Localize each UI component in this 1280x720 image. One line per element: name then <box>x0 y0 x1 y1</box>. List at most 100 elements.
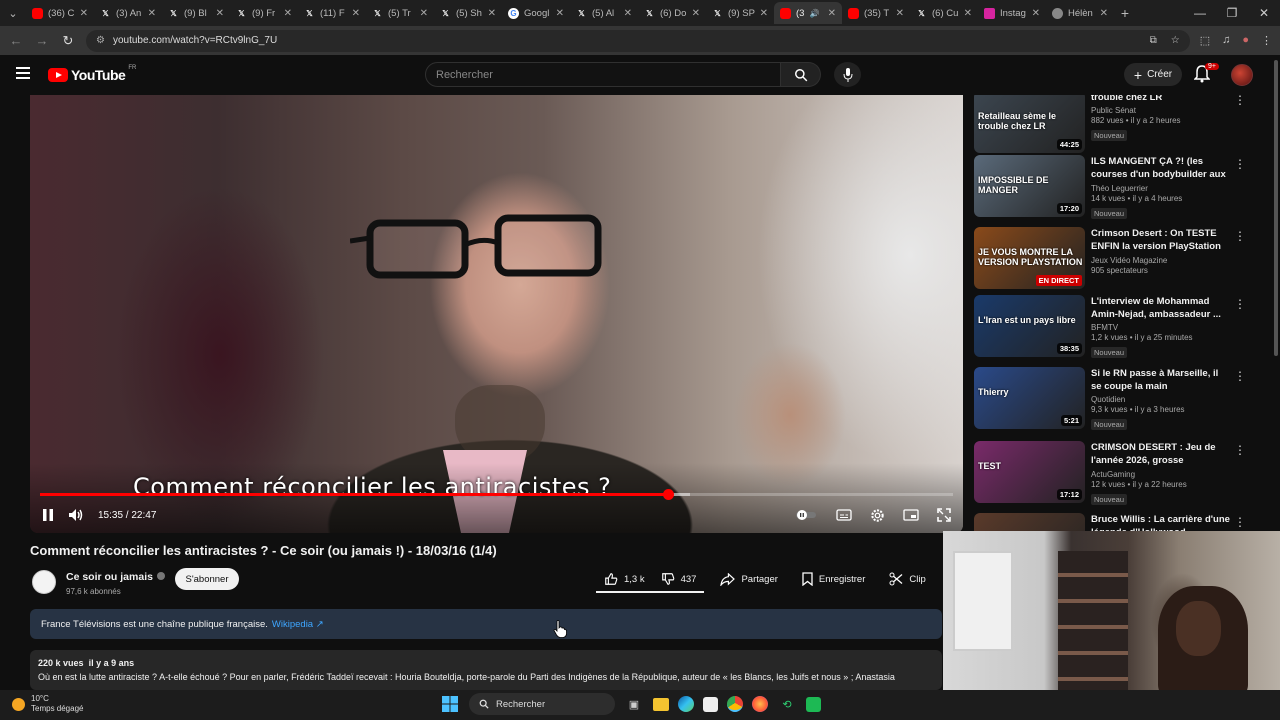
like-button[interactable]: 1,3 k <box>596 567 653 591</box>
youtube-logo[interactable]: YouTube FR <box>48 65 136 83</box>
minimize-button[interactable]: — <box>1184 6 1216 20</box>
video-thumbnail[interactable] <box>974 513 1085 531</box>
browser-tab[interactable]: 𝕏 (9) SP ✕ <box>706 2 774 24</box>
recommendation-item[interactable]: IMPOSSIBLE DE MANGER 17:20 ILS MANGENT ÇA … <box>972 155 1252 221</box>
recommendation-item[interactable]: TEST 17:12 CRIMSON DESERT : Jeu de l'année… <box>972 441 1252 507</box>
close-tab-icon[interactable]: ✕ <box>624 8 632 19</box>
menu-icon[interactable] <box>16 67 30 79</box>
recommendation-channel[interactable]: Théo Leguerrier <box>1091 184 1231 193</box>
save-button[interactable]: Enregistrer <box>794 567 873 591</box>
recommendation-item[interactable]: Bruce Willis : La carrière d'une légende… <box>972 513 1252 531</box>
channel-name[interactable]: Ce soir ou jamais <box>66 571 153 583</box>
recommendation-title[interactable]: ILS MANGENT ÇA ?! (les courses d'un body… <box>1091 155 1231 182</box>
video-thumbnail[interactable]: IMPOSSIBLE DE MANGER 17:20 <box>974 155 1085 217</box>
browser-tab[interactable]: Instag ✕ <box>978 2 1046 24</box>
fullscreen-button[interactable] <box>937 508 951 522</box>
browser-tab[interactable]: 𝕏 (6) Cu ✕ <box>910 2 978 24</box>
bookmark-star-icon[interactable]: ☆ <box>1171 35 1180 46</box>
close-tab-icon[interactable]: ✕ <box>80 8 88 19</box>
create-button[interactable]: + Créer <box>1124 63 1182 86</box>
store-icon[interactable] <box>703 696 718 712</box>
more-options-icon[interactable]: ⋮ <box>1234 95 1246 107</box>
progress-bar[interactable] <box>40 489 953 500</box>
miniplayer-button[interactable] <box>903 509 919 521</box>
install-app-icon[interactable]: ⧉ <box>1150 35 1157 46</box>
clip-button[interactable]: Clip <box>881 567 933 591</box>
close-tab-icon[interactable]: ✕ <box>760 8 768 19</box>
recommendation-channel[interactable]: BFMTV <box>1091 323 1231 332</box>
recommendation-title[interactable]: Crimson Desert : On TESTE ENFIN la versi… <box>1091 227 1231 254</box>
settings-button[interactable] <box>870 508 885 523</box>
site-info-icon[interactable]: ⚙ <box>96 35 105 46</box>
recommendation-channel[interactable]: Public Sénat <box>1091 106 1231 115</box>
recommendation-item[interactable]: JE VOUS MONTRE LA VERSION PLAYSTATION EN … <box>972 227 1252 293</box>
description-box[interactable]: 220 k vues il y a 9 ans Où en est la lut… <box>30 650 942 690</box>
recommendation-item[interactable]: L'Iran est un pays libre 38:35 L'interview… <box>972 295 1252 361</box>
browser-tab[interactable]: 𝕏 (6) Do ✕ <box>638 2 706 24</box>
new-tab-button[interactable]: + <box>1114 5 1136 21</box>
chrome-icon[interactable] <box>727 696 743 712</box>
more-options-icon[interactable]: ⋮ <box>1234 369 1246 383</box>
close-tab-icon[interactable]: ✕ <box>488 8 496 19</box>
pause-button[interactable] <box>42 508 54 522</box>
firefox-icon[interactable] <box>752 696 768 712</box>
browser-tab[interactable]: 𝕏 (3) An ✕ <box>94 2 162 24</box>
browser-tab[interactable]: (3 🔊 ✕ <box>774 2 842 24</box>
close-window-button[interactable]: ✕ <box>1248 6 1280 20</box>
browser-tab[interactable]: 𝕏 (9) Bl ✕ <box>162 2 230 24</box>
video-player[interactable]: Comment réconcilier les antiracistes ? 1… <box>30 95 963 533</box>
browser-tab[interactable]: 𝕏 (11) F ✕ <box>298 2 366 24</box>
share-button[interactable]: Partager <box>712 567 785 591</box>
video-thumbnail[interactable]: TEST 17:12 <box>974 441 1085 503</box>
edge-icon[interactable] <box>678 696 694 712</box>
close-tab-icon[interactable]: ✕ <box>284 8 292 19</box>
recommendation-channel[interactable]: Quotidien <box>1091 395 1231 404</box>
video-thumbnail[interactable]: L'Iran est un pays libre 38:35 <box>974 295 1085 357</box>
tab-search-button[interactable]: ⌄ <box>0 0 26 26</box>
taskbar-search[interactable]: Rechercher <box>469 693 615 715</box>
browser-tab[interactable]: 𝕏 (9) Fr ✕ <box>230 2 298 24</box>
wikipedia-link[interactable]: Wikipedia ↗ <box>272 619 324 630</box>
maximize-button[interactable]: ❐ <box>1216 6 1248 20</box>
subscribe-button[interactable]: S'abonner <box>175 568 239 590</box>
more-options-icon[interactable]: ⋮ <box>1234 297 1246 311</box>
url-field[interactable]: ⚙ youtube.com/watch?v=RCtv9lnG_7U ⧉ ☆ <box>86 29 1190 52</box>
search-button[interactable] <box>781 62 821 87</box>
browser-tab[interactable]: 𝕏 (5) Al ✕ <box>570 2 638 24</box>
task-view-icon[interactable]: ▣ <box>624 694 644 714</box>
browser-tab[interactable]: (36) C ✕ <box>26 2 94 24</box>
recommendation-channel[interactable]: ActuGaming <box>1091 470 1231 479</box>
browser-menu-icon[interactable]: ⋮ <box>1261 34 1272 47</box>
recommendation-title[interactable]: Si le RN passe à Marseille, il se coupe … <box>1091 367 1231 393</box>
browser-tab[interactable]: Hélèn ✕ <box>1046 2 1114 24</box>
close-tab-icon[interactable]: ✕ <box>352 8 360 19</box>
dislike-button[interactable]: 437 <box>653 567 705 591</box>
browser-tab[interactable]: 𝕏 (5) Sh ✕ <box>434 2 502 24</box>
more-options-icon[interactable]: ⋮ <box>1234 229 1246 243</box>
more-options-icon[interactable]: ⋮ <box>1234 515 1246 529</box>
close-tab-icon[interactable]: ✕ <box>896 8 904 19</box>
back-button[interactable]: ← <box>8 33 24 48</box>
green-square-app-icon[interactable] <box>806 696 821 712</box>
weather-widget[interactable]: 10°C Temps dégagé <box>12 694 83 714</box>
recommendation-channel[interactable]: Jeux Vidéo Magazine <box>1091 256 1231 265</box>
close-tab-icon[interactable]: ✕ <box>828 8 836 19</box>
autoplay-toggle[interactable] <box>794 509 818 521</box>
channel-avatar[interactable] <box>32 569 56 594</box>
extensions-icon[interactable]: ⬚ <box>1200 34 1210 47</box>
more-options-icon[interactable]: ⋮ <box>1234 443 1246 457</box>
recommendation-item[interactable]: Thierry 5:21 Si le RN passe à Marseille, i… <box>972 367 1252 433</box>
video-thumbnail[interactable]: Retailleau sème le trouble chez LR 44:25 <box>974 95 1085 153</box>
close-tab-icon[interactable]: ✕ <box>964 8 972 19</box>
volume-button[interactable] <box>68 508 84 522</box>
reload-button[interactable]: ↻ <box>60 33 76 49</box>
subtitles-button[interactable] <box>836 509 852 521</box>
forward-button[interactable]: → <box>34 33 50 48</box>
speaker-icon[interactable]: 🔊 <box>809 9 819 18</box>
browser-tab[interactable]: (35) T ✕ <box>842 2 910 24</box>
close-tab-icon[interactable]: ✕ <box>1032 8 1040 19</box>
recommendation-title[interactable]: CRIMSON DESERT : Jeu de l'année 2026, gr… <box>1091 441 1231 468</box>
video-thumbnail[interactable]: Thierry 5:21 <box>974 367 1085 429</box>
account-avatar[interactable] <box>1231 64 1253 86</box>
recommendation-item[interactable]: Retailleau sème le trouble chez LR 44:25 t… <box>972 95 1252 157</box>
